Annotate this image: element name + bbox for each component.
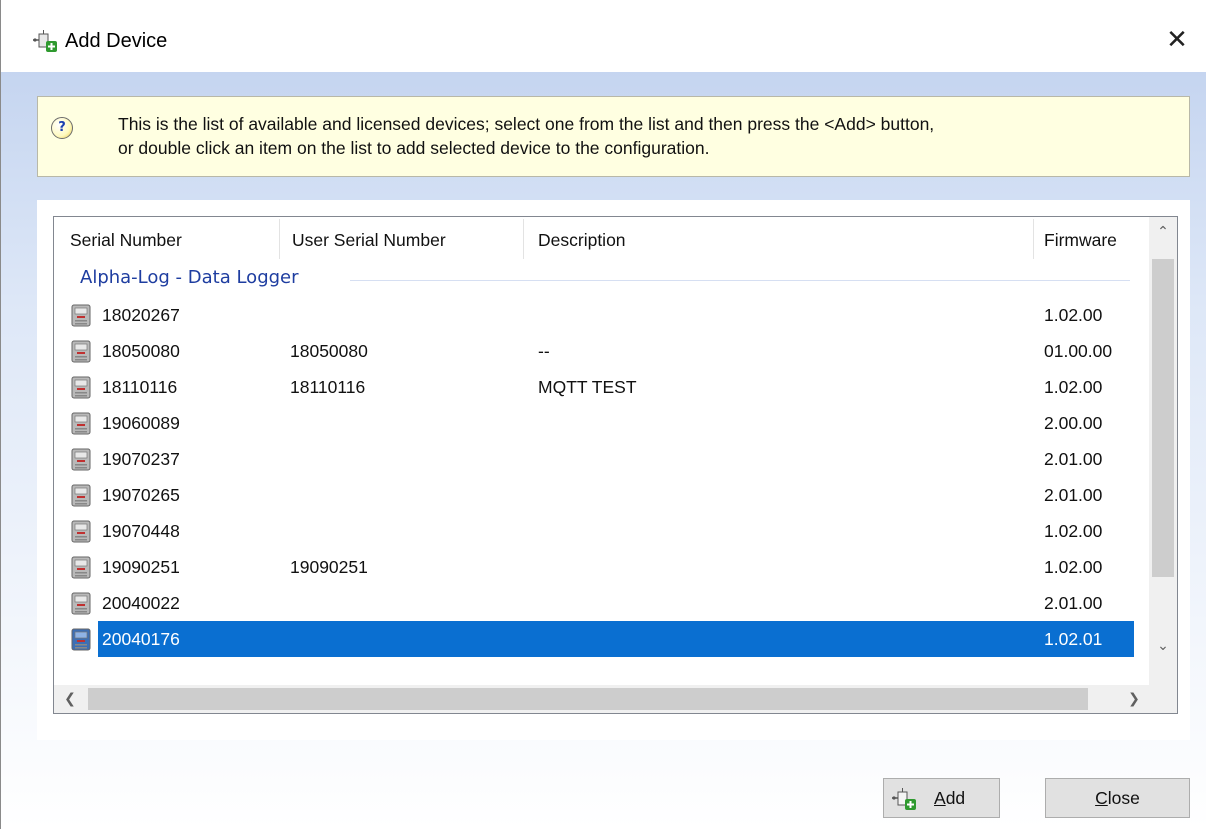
serial-number-cell: 18020267 <box>102 305 180 325</box>
list-item[interactable]: 19070237 2.01.00 <box>54 441 1150 477</box>
add-button-label: Add <box>934 788 966 808</box>
close-window-icon[interactable]: ✕ <box>1165 27 1189 53</box>
serial-number-cell: 19070448 <box>102 521 180 541</box>
vertical-scroll-thumb[interactable] <box>1152 259 1174 577</box>
info-text-line-1: This is the list of available and licens… <box>118 114 935 134</box>
data-logger-icon <box>68 447 94 471</box>
data-logger-icon <box>68 555 94 579</box>
user-serial-number-cell: 19090251 <box>290 557 368 577</box>
add-device-icon <box>891 787 919 811</box>
column-header-firmware[interactable]: Firmware <box>1028 217 1148 263</box>
window-title: Add Device <box>65 30 168 52</box>
close-button-label: Close <box>1095 788 1140 808</box>
description-cell: MQTT TEST <box>538 377 637 397</box>
list-item[interactable]: 19060089 2.00.00 <box>54 405 1150 441</box>
add-device-icon <box>33 30 59 54</box>
scroll-down-icon[interactable]: ⌄ <box>1149 631 1177 661</box>
firmware-cell: 2.01.00 <box>1044 593 1103 613</box>
data-logger-icon <box>68 483 94 507</box>
list-header: Serial Number User Serial Number Descrip… <box>54 217 1150 263</box>
user-serial-number-cell: 18050080 <box>290 341 368 361</box>
scroll-up-icon[interactable]: ⌃ <box>1149 217 1177 247</box>
firmware-cell: 2.01.00 <box>1044 485 1103 505</box>
list-item[interactable]: 20040022 2.01.00 <box>54 585 1150 621</box>
column-header-serial-number[interactable]: Serial Number <box>54 217 278 263</box>
scroll-right-icon[interactable]: ❯ <box>1120 684 1148 713</box>
serial-number-cell: 20040022 <box>102 593 180 613</box>
serial-number-cell: 18050080 <box>102 341 180 361</box>
vertical-scrollbar[interactable]: ⌃ ⌄ <box>1149 217 1177 687</box>
firmware-cell: 2.00.00 <box>1044 413 1103 433</box>
horizontal-scrollbar[interactable]: ❮ ❯ <box>54 685 1150 713</box>
serial-number-cell: 20040176 <box>102 629 180 649</box>
list-item[interactable]: 19090251 19090251 1.02.00 <box>54 549 1150 585</box>
close-button[interactable]: Close <box>1045 778 1190 818</box>
group-divider <box>350 280 1130 281</box>
firmware-cell: 1.02.01 <box>1044 629 1103 649</box>
data-logger-icon <box>68 519 94 543</box>
title-bar: Add Device ✕ <box>1 0 1206 72</box>
data-logger-icon <box>68 339 94 363</box>
selection-highlight <box>98 621 1134 657</box>
firmware-cell: 1.02.00 <box>1044 521 1103 541</box>
help-icon: ? <box>51 117 73 139</box>
scroll-left-icon[interactable]: ❮ <box>56 684 84 713</box>
list-item[interactable]: 18050080 18050080 -- 01.00.00 <box>54 333 1150 369</box>
user-serial-number-cell: 18110116 <box>290 377 366 397</box>
scrollbar-corner <box>1149 685 1177 713</box>
data-logger-icon <box>68 627 94 651</box>
data-logger-icon <box>68 303 94 327</box>
description-cell: -- <box>538 341 550 361</box>
info-text-line-2: or double click an item on the list to a… <box>118 138 710 158</box>
device-list[interactable]: Serial Number User Serial Number Descrip… <box>53 216 1178 714</box>
horizontal-scroll-thumb[interactable] <box>88 688 1088 710</box>
firmware-cell: 2.01.00 <box>1044 449 1103 469</box>
add-device-dialog: Add Device ✕ ? This is the list of avail… <box>0 0 1206 829</box>
firmware-cell: 1.02.00 <box>1044 305 1103 325</box>
serial-number-cell: 19090251 <box>102 557 180 577</box>
column-header-user-serial-number[interactable]: User Serial Number <box>276 217 522 263</box>
group-header-alpha-log[interactable]: Alpha-Log - Data Logger <box>80 267 299 288</box>
list-item[interactable]: 19070265 2.01.00 <box>54 477 1150 513</box>
column-header-description[interactable]: Description <box>522 217 1032 263</box>
data-logger-icon <box>68 411 94 435</box>
firmware-cell: 1.02.00 <box>1044 377 1103 397</box>
device-list-frame: Serial Number User Serial Number Descrip… <box>37 200 1190 740</box>
list-item[interactable]: 18110116 18110116 MQTT TEST 1.02.00 <box>54 369 1150 405</box>
data-logger-icon <box>68 375 94 399</box>
serial-number-cell: 19070237 <box>102 449 180 469</box>
add-button[interactable]: Add <box>883 778 1000 818</box>
list-item[interactable]: 18020267 1.02.00 <box>54 297 1150 333</box>
list-item[interactable]: 19070448 1.02.00 <box>54 513 1150 549</box>
firmware-cell: 1.02.00 <box>1044 557 1103 577</box>
list-item[interactable]: 20040176 1.02.01 <box>54 621 1150 657</box>
serial-number-cell: 19060089 <box>102 413 180 433</box>
serial-number-cell: 19070265 <box>102 485 180 505</box>
dialog-body: ? This is the list of available and lice… <box>1 72 1206 829</box>
data-logger-icon <box>68 591 94 615</box>
serial-number-cell: 18110116 <box>102 377 178 397</box>
info-panel: ? This is the list of available and lice… <box>37 96 1190 177</box>
firmware-cell: 01.00.00 <box>1044 341 1113 361</box>
